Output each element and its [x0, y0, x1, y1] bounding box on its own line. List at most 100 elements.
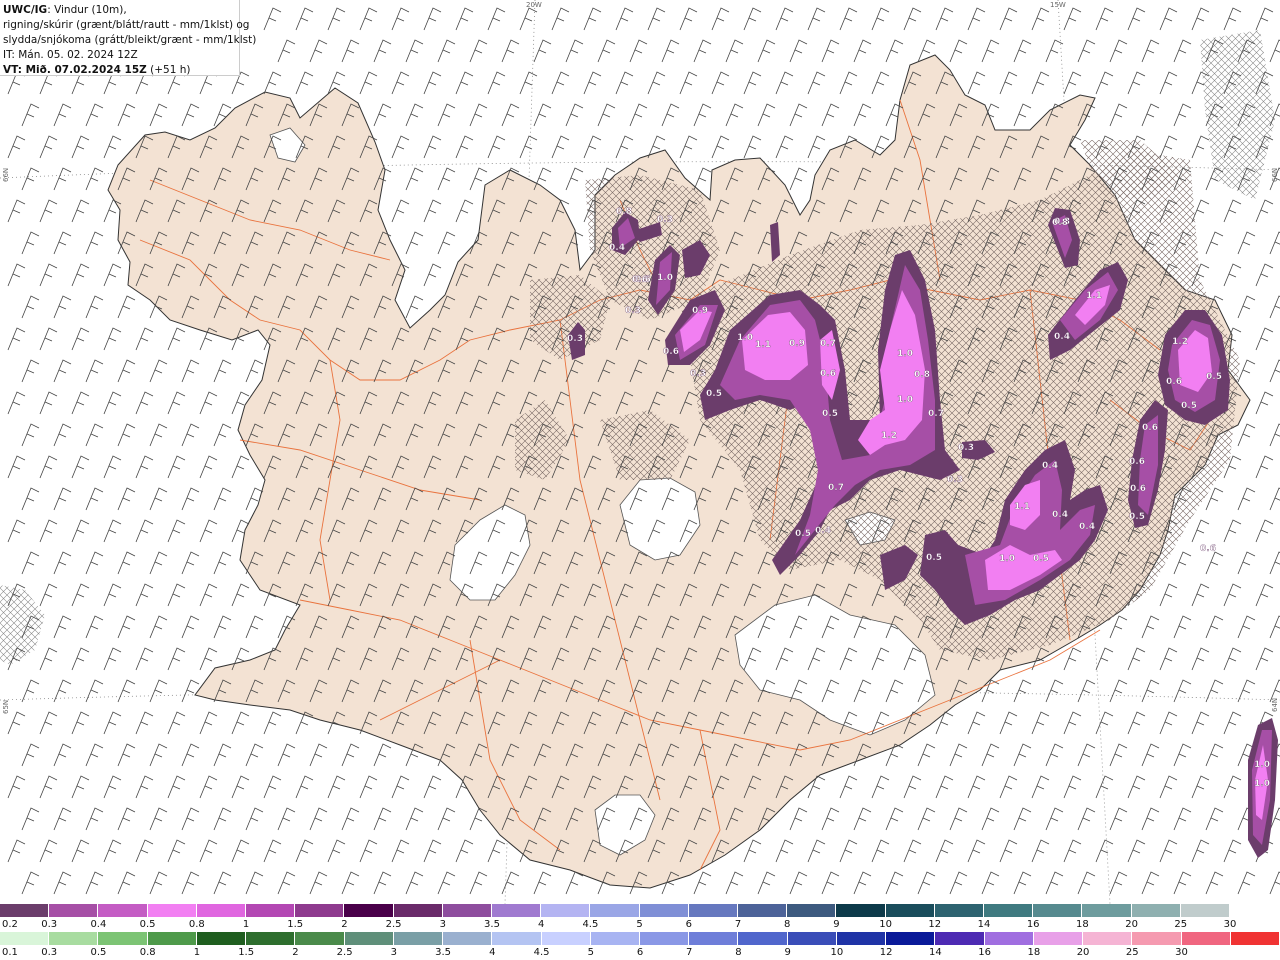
legend-rain-swatch — [689, 932, 739, 945]
legend-snow-swatch — [1131, 904, 1181, 917]
legend-rain-tick: 5 — [587, 947, 594, 958]
legend-snow-tick: 1 — [242, 919, 250, 930]
legend-rain-swatch — [640, 932, 690, 945]
legend-rain-swatch — [147, 932, 197, 945]
precip-value-label: 0.6 — [1200, 544, 1216, 554]
legend-rain: 0.1 0.3 0.5 0.8 1 1.5 2 2.5 3 3.5 4 4.5 5 6 7 8 9 10 12 14 1… — [0, 932, 1280, 960]
product-name: UWC/IG — [3, 4, 48, 16]
precip-value-label: 0.4 — [1079, 522, 1095, 532]
legend-snow-tick: 16 — [1026, 919, 1040, 930]
precip-value-label: 0.7 — [928, 409, 944, 419]
legend-rain-swatch — [492, 932, 542, 945]
legend-snow-tick: 1.5 — [287, 919, 304, 930]
legend-rain-swatch — [541, 932, 591, 945]
legend-snow-tick: 5 — [636, 919, 643, 930]
legend-rain-swatch — [344, 932, 394, 945]
lat-label-64n-right: 64N — [1271, 697, 1279, 712]
legend-rain-swatch — [98, 932, 148, 945]
legend-rain-swatch — [1230, 932, 1280, 945]
legend-rain-swatch — [1033, 932, 1084, 945]
legend-snow-tick: 30 — [1223, 919, 1237, 930]
legend-snow-row: 0.2 0.3 0.4 0.5 0.8 1 1.5 2 2.5 3 3.5 4 4.5 5 6 7 8 9 10 12… — [0, 904, 1280, 932]
lon-label-15w: 15W — [1050, 1, 1066, 9]
precip-value-label: 0.4 — [609, 243, 625, 253]
precip-value-label: 0.4 — [815, 526, 831, 536]
legend-rain-tick: 20 — [1076, 947, 1090, 958]
lead-time: (+51 h) — [146, 64, 191, 76]
precip-value-label: 0.6 — [1129, 457, 1145, 467]
legend-rain-swatch — [984, 932, 1034, 945]
legend-rain-swatch — [935, 932, 985, 945]
valid-time: VT: Mið. 07.02.2024 15Z (+51 h) — [3, 63, 236, 78]
precip-value-label: 0.6 — [1130, 484, 1146, 494]
legend-rain-tick: 30 — [1175, 947, 1188, 958]
legend-snow-tick: 4 — [538, 919, 545, 930]
legend-snow-swatch — [639, 904, 689, 917]
legend-snow-tick: 2 — [341, 919, 348, 930]
legend-snow-tick: 0.3 — [41, 919, 58, 930]
title-line-1: UWC/IG: Vindur (10m), — [3, 3, 236, 18]
precip-value-label: 0.3 — [567, 334, 583, 344]
precip-value-label: 0.6 — [1166, 377, 1182, 387]
precip-value-label: 1.0 — [1254, 779, 1270, 789]
precip-value-label: 0.5 — [706, 389, 722, 399]
legend-snow-swatch — [442, 904, 492, 917]
legend-rain-swatch — [1181, 932, 1231, 945]
legend-snow-swatch — [295, 904, 345, 917]
valid-time-bold: VT: Mið. 07.02.2024 15Z — [3, 64, 147, 76]
weather-map: 0.80.40.30.5 1.00.3 0.90.60.60.30.50.31.01… — [0, 0, 1280, 904]
legend-snow-tick: 3 — [439, 919, 446, 930]
title-line-3: slydda/snjókoma (grátt/bleikt/grænt - mm… — [3, 34, 257, 46]
precip-value-label: 1.2 — [1172, 337, 1188, 347]
precip-value-label: 0.6 — [1142, 423, 1158, 433]
legend-snow-swatch — [885, 904, 935, 917]
lat-label-66n: 66N — [2, 167, 10, 182]
precip-value-label: 0.8 — [1052, 218, 1068, 228]
legend-rain-tick: 8 — [735, 947, 742, 958]
precip-value-label: 0.9 — [789, 339, 805, 349]
precip-value-label: 0.7 — [820, 339, 836, 349]
map-title-box: UWC/IG: Vindur (10m), rigning/skúrir (gr… — [0, 0, 257, 78]
legend-rain-tick: 0.1 — [2, 947, 18, 958]
precip-value-label: 1.1 — [755, 340, 771, 350]
legend-rain-tick: 1 — [193, 947, 201, 958]
legend-rain-swatch — [295, 932, 345, 945]
legend-snow-swatch — [98, 904, 148, 917]
legend-snow-tick: 2.5 — [385, 919, 402, 930]
legend-rain-swatch — [738, 932, 788, 945]
legend-rain-tick: 10 — [830, 947, 844, 958]
precip-value-label: 1.0 — [897, 349, 913, 359]
legend-snow-swatch — [836, 904, 886, 917]
legend-rain-tick: 3.5 — [435, 947, 452, 958]
legend-snow-tick: 6 — [685, 919, 692, 930]
precip-value-label: 0.3 — [958, 443, 974, 453]
legend-snow-tick: 0.2 — [2, 919, 18, 930]
precip-value-label: 0.7 — [828, 483, 844, 493]
legend-snow-swatch — [934, 904, 984, 917]
precip-value-label: 0.3 — [947, 475, 963, 485]
precip-value-label: 0.5 — [1033, 554, 1049, 564]
title-line-1-text: : Vindur (10m), — [47, 4, 127, 16]
legend-snow: 0.2 0.3 0.4 0.5 0.8 1 1.5 2 2.5 3 3.5 4 4.5 5 6 7 8 9 10 12… — [0, 904, 1280, 932]
legend-rain-tick: 18 — [1027, 947, 1041, 958]
legend-rain-tick: 3 — [390, 947, 398, 958]
lon-label-20w: 20W — [526, 1, 542, 9]
precip-value-label: 0.9 — [692, 306, 708, 316]
legend-snow-tick: 0.4 — [90, 919, 107, 930]
legend-snow-swatch — [1082, 904, 1132, 917]
legend-rain-tick: 0.5 — [90, 947, 107, 958]
precip-value-label: 1.0 — [657, 273, 673, 283]
legend-rain-tick: 2 — [292, 947, 299, 958]
precip-value-label: 0.5 — [1206, 372, 1222, 382]
legend-rain-tick: 0.8 — [139, 947, 156, 958]
legend-snow-swatch — [246, 904, 296, 917]
precip-value-label: 0.4 — [1054, 332, 1070, 342]
precip-value-label: 0.8 — [914, 370, 930, 380]
legend-snow-tick: 18 — [1076, 919, 1089, 930]
legend-snow-tick: 14 — [977, 919, 991, 930]
legend-rain-tick: 4.5 — [533, 947, 550, 958]
legend-snow-swatch — [492, 904, 542, 917]
legend-snow-tick: 0.8 — [188, 919, 205, 930]
legend-rain-swatch — [49, 932, 99, 945]
legend-rain-swatch — [1132, 932, 1182, 945]
